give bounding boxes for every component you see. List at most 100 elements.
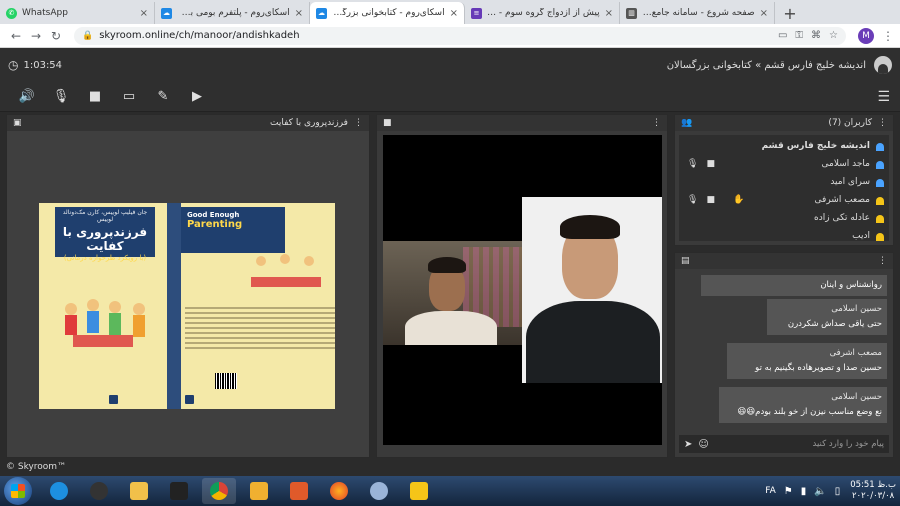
browser-menu-icon[interactable]: ⋮ [882, 29, 894, 43]
tab-google-forms[interactable]: ≡ پیش از ازدواج گروه سوم - Google Forms … [465, 2, 620, 24]
language-indicator[interactable]: FA [765, 486, 776, 496]
webcam-feed-2[interactable] [522, 197, 662, 383]
close-icon[interactable]: × [760, 8, 768, 19]
message-text: حسین صدا و تصویرهاده بگینیم به تو [755, 363, 882, 373]
send-icon[interactable]: ➤ [684, 439, 692, 450]
star-app-icon[interactable] [162, 478, 196, 504]
tray-clock[interactable]: 05:51 ب.ظ ۲۰۲۰/۰۳/۰۸ [850, 480, 896, 502]
back-icon[interactable]: ← [6, 29, 26, 43]
document-viewer[interactable]: جان فیلیپ لوییس، کارن مک‌دونالد لوییس فر… [7, 131, 369, 457]
user-name: اندیشه خلیج فارس قشم [761, 141, 870, 151]
new-tab-button[interactable]: + [779, 2, 801, 24]
panel-menu-icon[interactable]: ⋮ [354, 118, 363, 128]
user-name: ماجد اسلامی [821, 159, 870, 169]
users-panel: 👥 کاربران (7) ⋮ اندیشه خلیج فارس قشم ماج… [674, 114, 894, 246]
close-icon[interactable]: × [450, 8, 458, 19]
document-panel-header: ▣ فرزندپروری با کفایت ⋮ [7, 115, 369, 131]
clock-icon: ◷ [8, 58, 19, 72]
hamburger-menu-icon[interactable]: ☰ [877, 89, 890, 105]
camera-icon[interactable]: ■ [78, 89, 112, 104]
screen-share-icon[interactable]: ▭ [112, 89, 146, 104]
close-icon[interactable]: × [605, 8, 613, 19]
user-row[interactable]: اندیشه خلیج فارس قشم [683, 137, 885, 155]
chrome-icon[interactable] [202, 478, 236, 504]
app-icon[interactable] [242, 478, 276, 504]
play-app-icon[interactable] [402, 478, 436, 504]
user-row[interactable]: ادیب [683, 227, 885, 245]
user-row[interactable]: عادله تکی زاده [683, 209, 885, 227]
camera-icon[interactable]: ■ [706, 159, 715, 169]
user-account-icon[interactable] [874, 56, 892, 74]
user-row[interactable]: مصعب اشرفی ✋ ■ 🎙 [683, 191, 885, 209]
video-stage [383, 135, 662, 445]
camera-icon[interactable]: ■ [706, 195, 715, 205]
url-input[interactable]: 🔒 skyroom.online/ch/manoor/andishkadeh ▭… [74, 26, 846, 45]
profile-avatar[interactable]: M [858, 27, 874, 44]
user-name: مصعب اشرفی [814, 195, 870, 205]
tab-portal[interactable]: ▥ صفحه شروع - سامانه جامع ارتباط فرهنگیا… [620, 2, 775, 24]
media-icon[interactable] [82, 478, 116, 504]
firefox-icon[interactable] [322, 478, 356, 504]
video-panel-header: ■ ⋮ [377, 115, 667, 131]
ie-icon[interactable] [42, 478, 76, 504]
network-app-icon[interactable] [362, 478, 396, 504]
player-icon[interactable] [282, 478, 316, 504]
skyroom-icon: ☁ [316, 7, 327, 19]
brush-icon[interactable]: ✎ [146, 89, 180, 104]
tab-skyroom-webinar[interactable]: ☁ اسکای‌روم - پلتفرم بومی برگزاری وبینار… [155, 2, 310, 24]
person-hair [560, 215, 620, 239]
book-title-band: جان فیلیپ لوییس، کارن مک‌دونالد لوییس فر… [55, 207, 155, 262]
chat-message: حسین اسلامی حتی یاقی صداش شکردرن [767, 299, 887, 335]
user-name: عادله تکی زاده [814, 213, 870, 223]
person-torso [526, 301, 660, 383]
children-illustration [65, 299, 145, 347]
tab-skyroom-active[interactable]: ☁ اسکای‌روم - کتابخوانی بزرگسالان × [310, 2, 465, 24]
tab-whatsapp[interactable]: ✆ WhatsApp × [0, 2, 155, 24]
book-subtitle-fa: (با رویکرد طرحواره درمانی) [63, 254, 147, 262]
forward-icon[interactable]: → [26, 29, 46, 43]
tab-title: صفحه شروع - سامانه جامع ارتباط فرهنگیان [642, 8, 755, 18]
system-tray: FA ⚑ ▮ 🔈 ▯ 05:51 ب.ظ ۲۰۲۰/۰۳/۰۸ [765, 480, 896, 502]
tray-time: 05:51 ب.ظ [850, 480, 896, 490]
emoji-icon[interactable]: ☺ [698, 439, 708, 450]
webcam-feed-1[interactable] [383, 241, 523, 345]
footer: © Skyroom™ [0, 460, 900, 476]
session-timer: 1:03:54 [23, 59, 63, 71]
brand-text: © Skyroom™ [6, 462, 67, 472]
windows-taskbar: FA ⚑ ▮ 🔈 ▯ 05:51 ب.ظ ۲۰۲۰/۰۳/۰۸ [0, 476, 900, 506]
whatsapp-icon: ✆ [6, 7, 17, 19]
play-media-icon[interactable]: ▶ [180, 89, 214, 104]
flag-icon[interactable]: ⚑ [784, 486, 793, 497]
browser-tab-bar: ✆ WhatsApp × ☁ اسکای‌روم - پلتفرم بومی ب… [0, 0, 900, 24]
network-icon[interactable]: ▮ [801, 486, 807, 497]
forms-icon: ≡ [471, 7, 482, 19]
panel-menu-icon[interactable]: ⋮ [878, 118, 887, 128]
bank-icon: ▥ [626, 7, 637, 19]
publisher-logo [185, 395, 194, 404]
mic-off-icon[interactable]: 🎙 [44, 89, 78, 104]
translate-icon[interactable]: ⌘ [811, 30, 821, 41]
whiteboard-icon[interactable]: ▣ [13, 118, 22, 128]
power-icon[interactable]: ▯ [835, 486, 841, 497]
mic-icon[interactable]: 🎙 [687, 195, 698, 205]
panel-menu-icon[interactable]: ⋮ [652, 118, 661, 128]
close-icon[interactable]: × [140, 8, 148, 19]
chat-panel: ▤ ⋮ روانشناس و اینان حسین اسلامی حتی یاق… [674, 252, 894, 458]
user-row[interactable]: سرای امید [683, 173, 885, 191]
chat-messages[interactable]: روانشناس و اینان حسین اسلامی حتی یاقی صد… [679, 271, 889, 431]
raised-hand-icon[interactable]: ✋ [733, 195, 744, 205]
cast-icon[interactable]: ▭ [778, 30, 787, 41]
mic-icon[interactable]: 🎙 [687, 159, 698, 169]
speaker-icon[interactable]: 🔊 [10, 89, 44, 104]
star-icon[interactable]: ☆ [829, 30, 838, 41]
panel-menu-icon[interactable]: ⋮ [878, 256, 887, 266]
close-icon[interactable]: × [295, 8, 303, 19]
key-icon[interactable]: ⚿ [795, 30, 803, 41]
book-english-title-band: Good Enough Parenting [181, 207, 285, 253]
chat-message: روانشناس و اینان [701, 275, 887, 296]
reload-icon[interactable]: ↻ [46, 29, 66, 43]
start-button[interactable] [4, 477, 32, 505]
folder-icon[interactable] [122, 478, 156, 504]
user-row[interactable]: ماجد اسلامی ■ 🎙 [683, 155, 885, 173]
volume-icon[interactable]: 🔈 [814, 486, 826, 497]
